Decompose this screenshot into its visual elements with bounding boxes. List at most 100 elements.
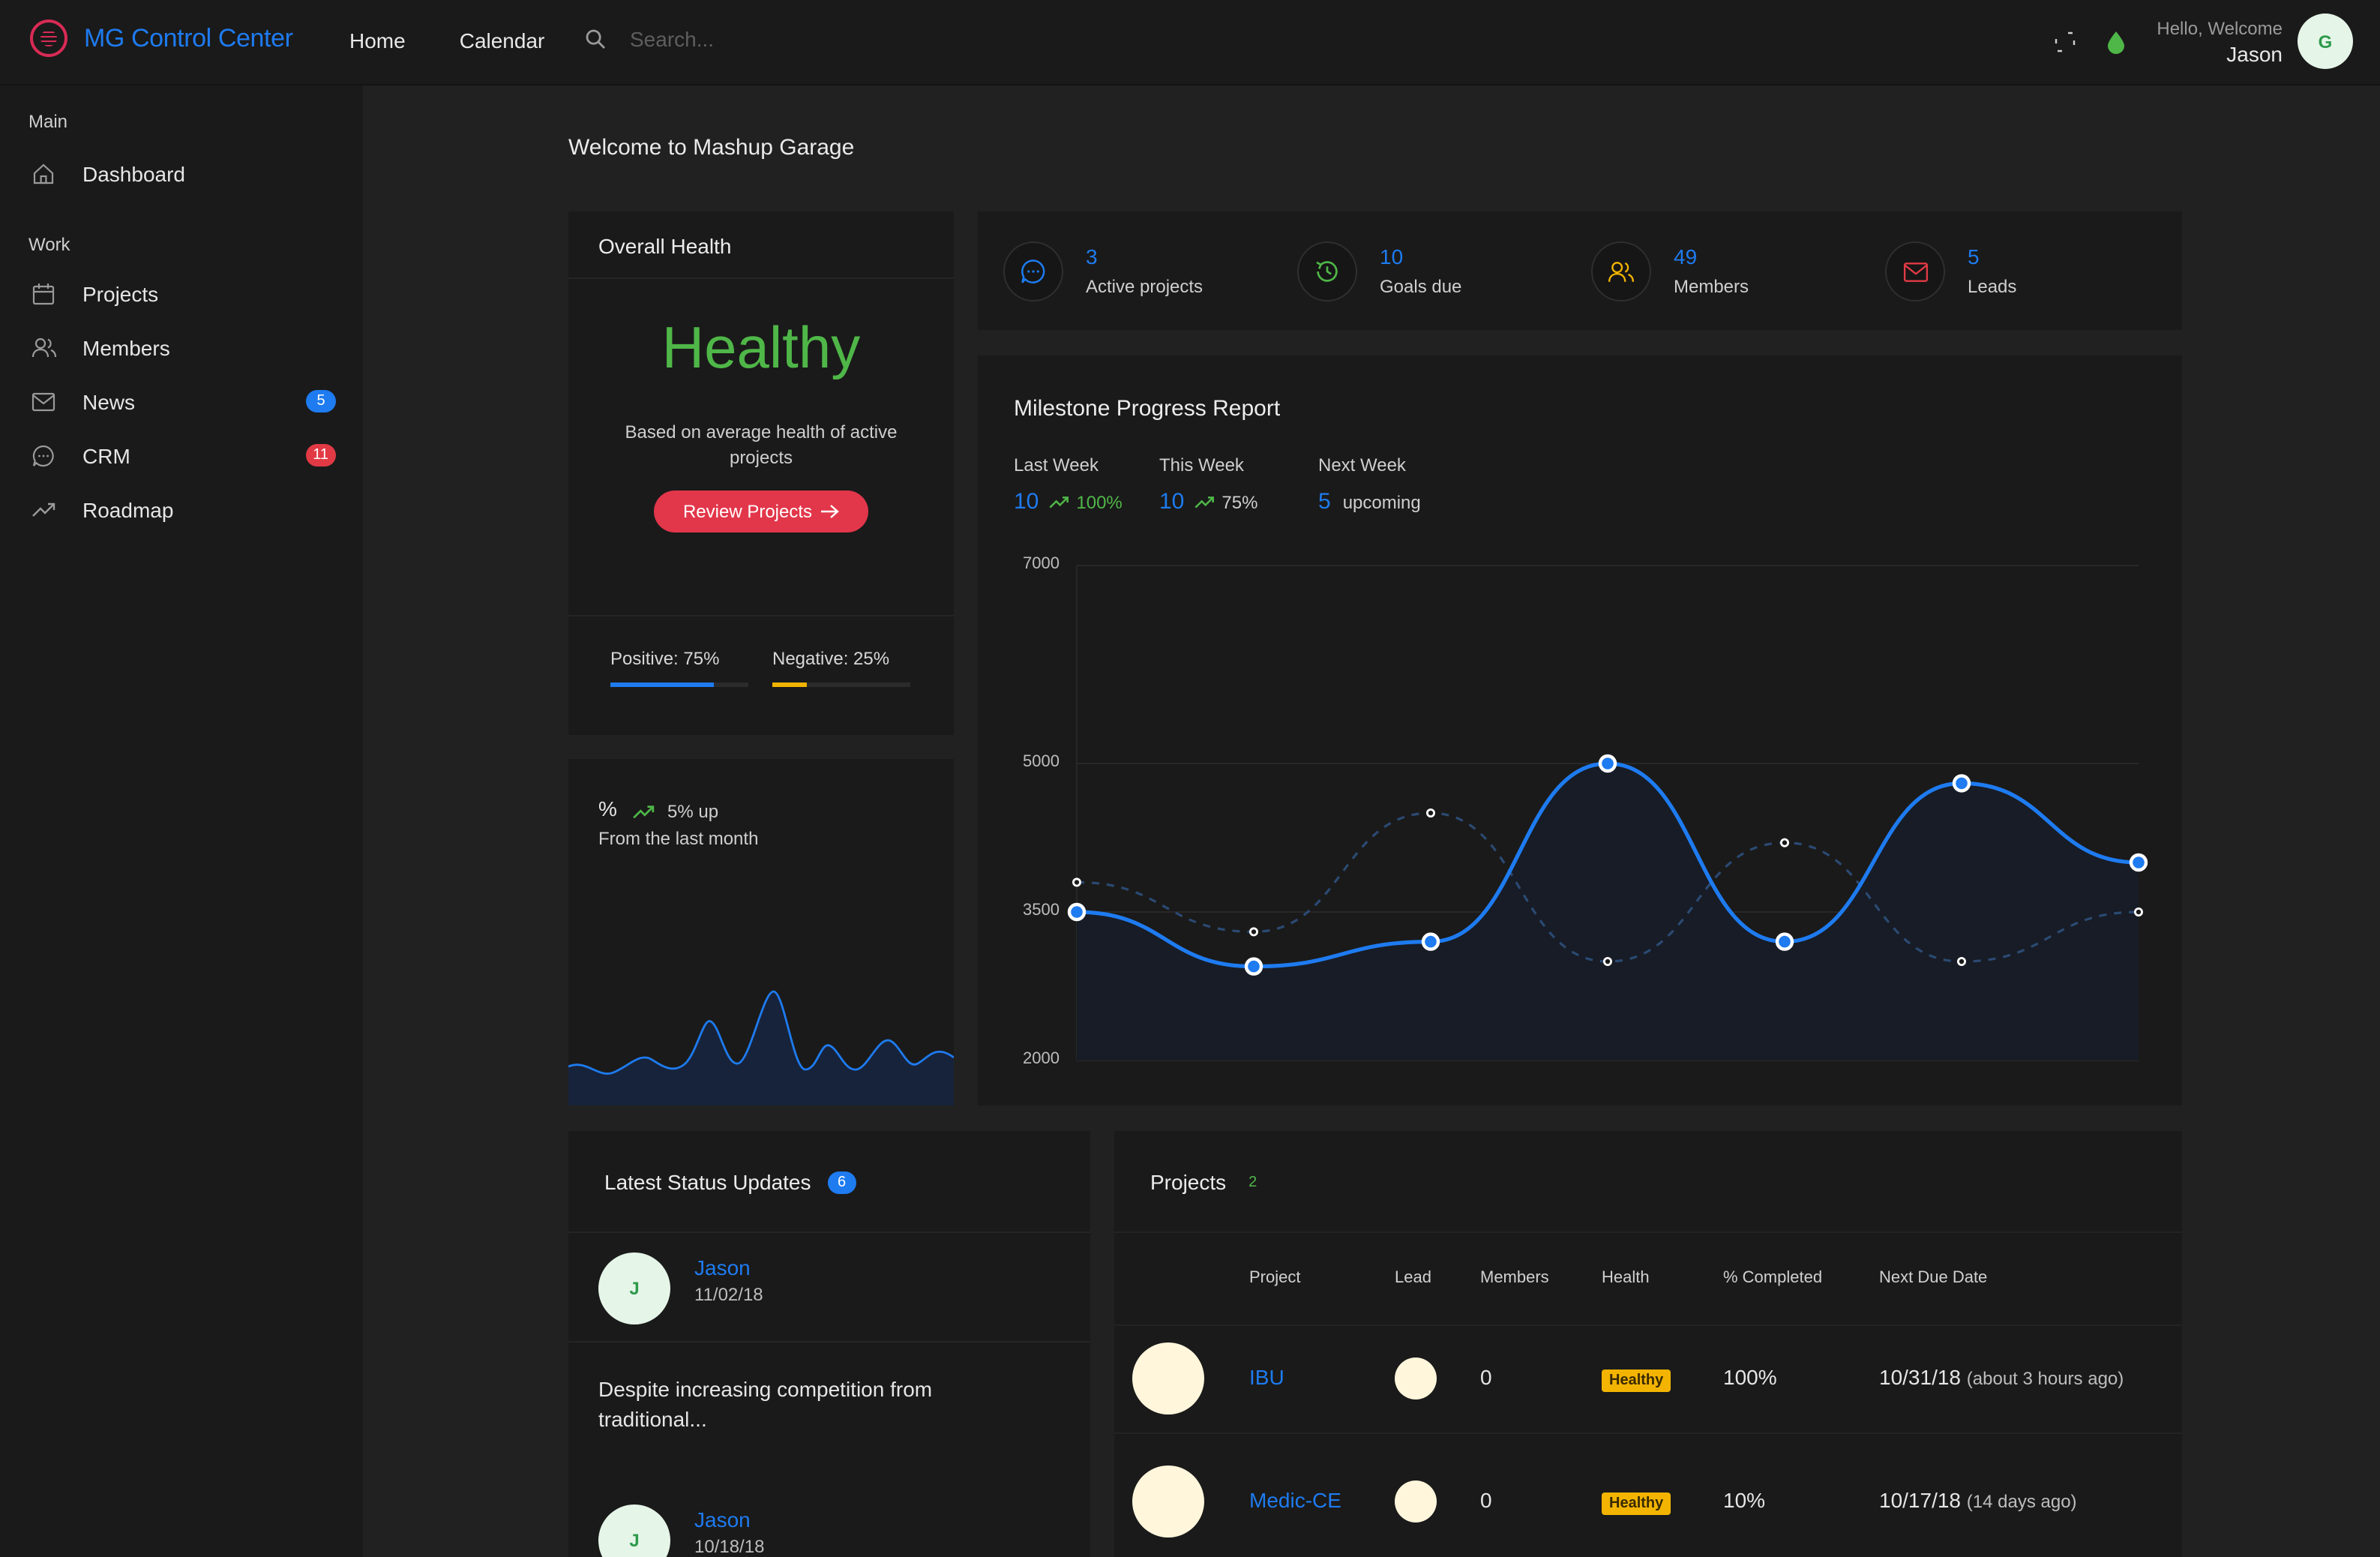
mail-icon	[1885, 242, 1945, 302]
next-due-date: 10/17/18 (14 days ago)	[1879, 1488, 2077, 1512]
update-avatar[interactable]: J	[598, 1252, 670, 1324]
health-description: Based on average health of active projec…	[625, 422, 898, 468]
arrow-right-icon	[820, 505, 838, 518]
data-point-secondary	[1426, 808, 1436, 818]
projects-card: Projects 2 Project Lead Members Health %…	[1114, 1131, 2182, 1557]
update-date: 11/02/18	[694, 1284, 763, 1305]
project-name-link[interactable]: IBU	[1249, 1365, 1284, 1389]
data-point	[1244, 957, 1263, 976]
mail-icon	[30, 388, 57, 416]
data-point	[1775, 932, 1794, 951]
stat-goals-due[interactable]: 10 Goals due	[1297, 242, 1461, 302]
stat-members[interactable]: 49 Members	[1591, 242, 1749, 302]
brand[interactable]: MG Control Center	[30, 20, 293, 57]
members-count: 0	[1480, 1488, 1492, 1512]
health-badge: Healthy	[1602, 1370, 1671, 1392]
project-name-link[interactable]: Medic-CE	[1249, 1488, 1341, 1512]
chat-icon	[30, 442, 57, 470]
chat-icon	[1003, 242, 1063, 302]
search-input[interactable]	[630, 27, 1080, 51]
data-point-secondary	[1957, 957, 1967, 967]
due-date: 10/31/18	[1879, 1365, 1961, 1389]
negative-bar-fill	[772, 682, 807, 687]
lead-avatar[interactable]	[1395, 1358, 1437, 1400]
milestone-chart	[1067, 565, 2148, 1061]
sidebar-item-members[interactable]: Members	[0, 321, 363, 375]
sidebar-item-label: Dashboard	[82, 162, 185, 186]
stat-label: Members	[1674, 276, 1749, 297]
column-header-lead[interactable]: Lead	[1395, 1269, 1431, 1287]
data-point	[2129, 853, 2148, 872]
sidebar-item-news[interactable]: News 5	[0, 375, 363, 429]
divider	[1114, 1324, 2182, 1326]
column-header-health[interactable]: Health	[1602, 1269, 1650, 1287]
status-updates-title: Latest Status Updates	[604, 1170, 811, 1194]
user-avatar[interactable]: G	[2298, 14, 2353, 69]
fullscreen-icon[interactable]	[2052, 28, 2079, 55]
column-header-completed[interactable]: % Completed	[1723, 1269, 1822, 1287]
data-point	[1067, 902, 1087, 922]
greeting-text: Hello, Welcome	[2157, 17, 2283, 38]
trending-icon	[30, 496, 57, 524]
sidebar-item-label: Members	[82, 336, 170, 360]
data-point	[1421, 932, 1440, 951]
stat-label: Goals due	[1380, 276, 1462, 297]
review-projects-label: Review Projects	[682, 501, 813, 522]
stat-label: Active projects	[1086, 276, 1203, 297]
lead-avatar[interactable]	[1395, 1480, 1437, 1522]
nav-calendar-link[interactable]: Calendar	[460, 28, 545, 52]
status-updates-card: Latest Status Updates 6 J Jason 11/02/18…	[568, 1131, 1090, 1557]
sidebar-heading-work: Work	[28, 234, 70, 255]
review-projects-button[interactable]: Review Projects	[654, 490, 868, 532]
projects-count: 2	[1248, 1174, 1257, 1190]
sidebar-item-dashboard[interactable]: Dashboard	[0, 147, 363, 201]
update-author-link[interactable]: Jason	[694, 1256, 751, 1280]
trend-card: % 5% up From the last month	[568, 759, 954, 1106]
due-date: 10/17/18	[1879, 1488, 1961, 1512]
search-icon[interactable]	[582, 26, 609, 52]
top-nav: Home Calendar	[349, 28, 598, 52]
brand-logo	[30, 20, 67, 57]
droplet-icon[interactable]	[2103, 28, 2130, 55]
stat-value: 3	[1086, 244, 1098, 268]
data-point-secondary	[1603, 957, 1613, 967]
home-icon	[30, 160, 57, 188]
user-name: Jason	[2226, 41, 2283, 65]
users-icon	[30, 334, 57, 362]
sidebar: Main Dashboard Work Projects Members New…	[0, 86, 363, 1557]
calendar-icon	[30, 280, 57, 308]
status-updates-header: Latest Status Updates 6	[604, 1170, 856, 1194]
stat-label: Leads	[1968, 276, 2017, 297]
due-relative: (about 3 hours ago)	[1966, 1368, 2124, 1389]
stat-active-projects[interactable]: 3 Active projects	[1003, 242, 1203, 302]
project-avatar	[1132, 1466, 1204, 1538]
sparkline-area	[568, 991, 954, 1106]
trend-sparkline	[568, 990, 954, 1106]
percent-completed: 100%	[1723, 1365, 1777, 1389]
page-title: Welcome to Mashup Garage	[568, 135, 855, 160]
divider	[568, 615, 954, 616]
history-icon	[1297, 242, 1357, 302]
sidebar-item-label: Projects	[82, 282, 159, 306]
update-date: 10/18/18	[694, 1536, 765, 1557]
sidebar-item-projects[interactable]: Projects	[0, 267, 363, 321]
stat-value: 5	[1968, 244, 1980, 268]
sidebar-item-crm[interactable]: CRM 11	[0, 429, 363, 483]
members-count: 0	[1480, 1365, 1492, 1389]
positive-label: Positive: 75%	[610, 648, 720, 669]
positive-bar	[610, 682, 748, 687]
percent-completed: 10%	[1723, 1488, 1766, 1512]
column-header-members[interactable]: Members	[1480, 1269, 1549, 1287]
stat-value: 49	[1674, 244, 1698, 268]
due-relative: (14 days ago)	[1966, 1491, 2077, 1512]
update-avatar[interactable]: J	[598, 1504, 670, 1557]
update-author-link[interactable]: Jason	[694, 1508, 751, 1532]
negative-meter: Negative: 25%	[772, 648, 910, 687]
column-header-project[interactable]: Project	[1249, 1269, 1301, 1287]
users-icon	[1591, 242, 1651, 302]
status-updates-count: 6	[827, 1171, 856, 1193]
column-header-due-date[interactable]: Next Due Date	[1879, 1269, 1987, 1287]
sidebar-item-roadmap[interactable]: Roadmap	[0, 483, 363, 537]
nav-home-link[interactable]: Home	[349, 28, 406, 52]
stat-leads[interactable]: 5 Leads	[1885, 242, 2016, 302]
